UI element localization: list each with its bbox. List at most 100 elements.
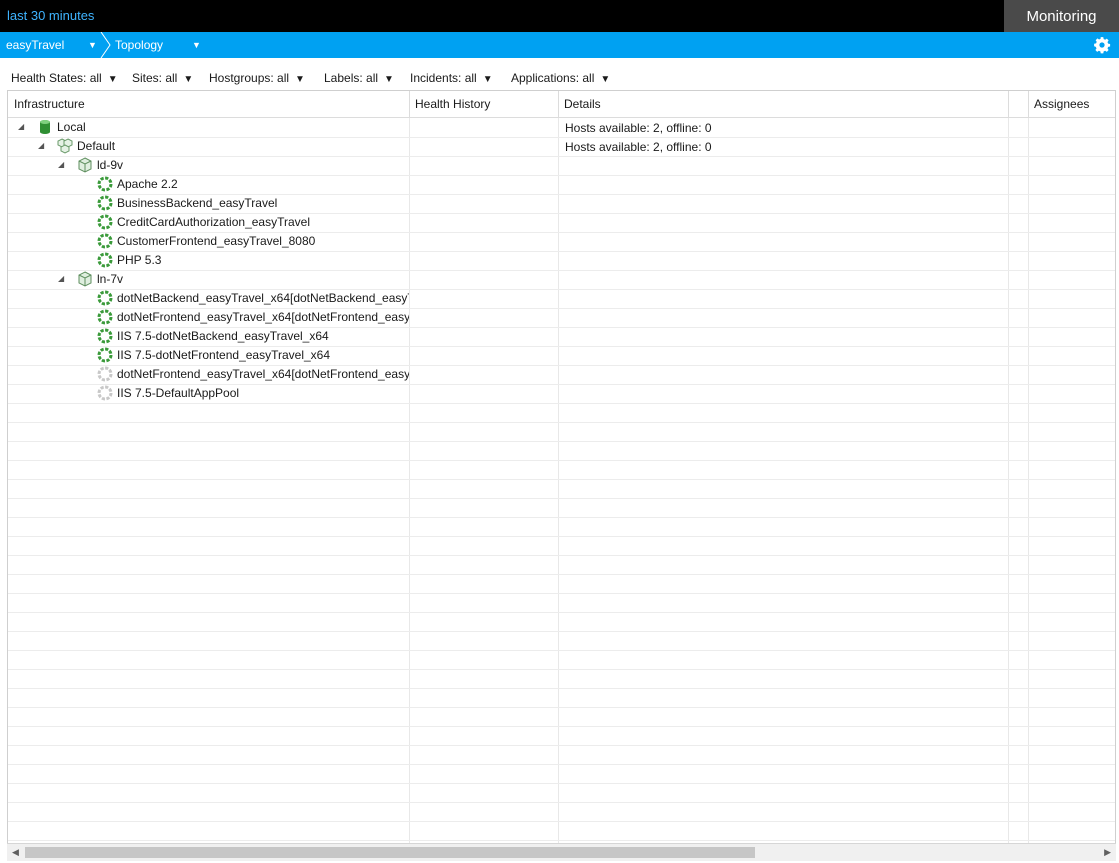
- row-divider: [8, 460, 1115, 461]
- filter-health-states-label: Health States: all: [11, 71, 102, 85]
- agent-ok-icon: [97, 328, 113, 344]
- scrollbar-thumb[interactable]: [25, 847, 755, 858]
- system-profile-dropdown-icon[interactable]: ▼: [88, 32, 97, 58]
- tree-node-label[interactable]: Local: [57, 120, 409, 134]
- tree-node-label[interactable]: IIS 7.5-dotNetFrontend_easyTravel_x64: [117, 348, 409, 362]
- column-header-spacer: [1008, 91, 1029, 117]
- details-cell: Hosts available: 2, offline: 0: [565, 121, 712, 135]
- tree-node-label[interactable]: IIS 7.5-dotNetBackend_easyTravel_x64: [117, 329, 409, 343]
- row-divider: [8, 650, 1115, 651]
- row-divider: [8, 593, 1115, 594]
- row-divider: [8, 764, 1115, 765]
- row-divider: [8, 802, 1115, 803]
- chevron-down-icon: ▼: [600, 74, 611, 85]
- horizontal-scrollbar[interactable]: ◀ ▶: [7, 843, 1116, 861]
- tree-node-label[interactable]: PHP 5.3: [117, 253, 409, 267]
- details-cell: Hosts available: 2, offline: 0: [565, 140, 712, 154]
- tree-node-label[interactable]: dotNetFrontend_easyTravel_x64[dotNetFron…: [117, 310, 409, 324]
- filter-health-states[interactable]: Health States: all ▼: [11, 71, 118, 85]
- column-header-assignees[interactable]: Assignees: [1028, 91, 1115, 117]
- tree-node-label[interactable]: ln-7v: [97, 272, 409, 286]
- tree-node-label[interactable]: IIS 7.5-DefaultAppPool: [117, 386, 409, 400]
- row-divider: [8, 726, 1115, 727]
- timeframe-selector[interactable]: last 30 minutes: [7, 8, 94, 23]
- scroll-left-icon[interactable]: ◀: [12, 847, 19, 858]
- filter-labels[interactable]: Labels: all ▼: [324, 71, 394, 85]
- agent-ok-icon: [97, 214, 113, 230]
- row-divider: [8, 479, 1115, 480]
- table-row[interactable]: IIS 7.5-dotNetFrontend_easyTravel_x64: [8, 346, 1115, 365]
- column-header-infrastructure[interactable]: Infrastructure: [8, 91, 410, 117]
- row-divider: [8, 536, 1115, 537]
- tree-node-label[interactable]: Default: [77, 139, 409, 153]
- row-divider: [8, 555, 1115, 556]
- row-divider: [8, 840, 1115, 841]
- host-icon: [77, 157, 93, 173]
- table-row[interactable]: IIS 7.5-dotNetBackend_easyTravel_x64: [8, 327, 1115, 346]
- agent-offline-icon: [97, 385, 113, 401]
- agent-offline-icon: [97, 366, 113, 382]
- filter-sites-label: Sites: all: [132, 71, 178, 85]
- tree-node-label[interactable]: BusinessBackend_easyTravel: [117, 196, 409, 210]
- gear-icon[interactable]: [1093, 36, 1111, 54]
- hostgroup-icon: [57, 138, 73, 154]
- column-header-health-history[interactable]: Health History: [409, 91, 559, 117]
- tab-monitoring[interactable]: Monitoring: [1004, 0, 1119, 32]
- row-divider: [8, 422, 1115, 423]
- column-header-details[interactable]: Details: [558, 91, 1009, 117]
- topology-table: Infrastructure Health History Details As…: [7, 90, 1116, 843]
- tree-node-label[interactable]: CustomerFrontend_easyTravel_8080: [117, 234, 409, 248]
- table-row[interactable]: CustomerFrontend_easyTravel_8080: [8, 232, 1115, 251]
- expand-collapse-icon[interactable]: ◢: [18, 122, 24, 131]
- table-row[interactable]: ◢ Default Hosts available: 2, offline: 0: [8, 137, 1115, 156]
- table-row[interactable]: ◢ ld-9v: [8, 156, 1115, 175]
- host-icon: [77, 271, 93, 287]
- filter-hostgroups[interactable]: Hostgroups: all ▼: [209, 71, 305, 85]
- table-row[interactable]: dotNetFrontend_easyTravel_x64[dotNetFron…: [8, 308, 1115, 327]
- row-divider: [8, 669, 1115, 670]
- filter-incidents-label: Incidents: all: [410, 71, 477, 85]
- tree-node-label[interactable]: ld-9v: [97, 158, 409, 172]
- breadcrumb-separator-icon: [100, 32, 111, 58]
- filter-sites[interactable]: Sites: all ▼: [132, 71, 193, 85]
- tree-node-label[interactable]: dotNetBackend_easyTravel_x64[dotNetBacke…: [117, 291, 409, 305]
- agent-ok-icon: [97, 252, 113, 268]
- row-divider: [8, 707, 1115, 708]
- expand-collapse-icon[interactable]: ◢: [58, 274, 64, 283]
- agent-ok-icon: [97, 290, 113, 306]
- top-bar: last 30 minutes Monitoring: [0, 0, 1119, 32]
- row-divider: [8, 745, 1115, 746]
- table-row[interactable]: ◢ ln-7v: [8, 270, 1115, 289]
- scroll-right-icon[interactable]: ▶: [1104, 847, 1111, 858]
- row-divider: [8, 517, 1115, 518]
- table-row[interactable]: CreditCardAuthorization_easyTravel: [8, 213, 1115, 232]
- tree-node-label[interactable]: CreditCardAuthorization_easyTravel: [117, 215, 409, 229]
- expand-collapse-icon[interactable]: ◢: [38, 141, 44, 150]
- agent-ok-icon: [97, 309, 113, 325]
- table-row[interactable]: BusinessBackend_easyTravel: [8, 194, 1115, 213]
- chevron-down-icon: ▼: [482, 74, 493, 85]
- filter-incidents[interactable]: Incidents: all ▼: [410, 71, 493, 85]
- row-divider: [8, 574, 1115, 575]
- filter-applications[interactable]: Applications: all ▼: [511, 71, 610, 85]
- table-row[interactable]: dotNetFrontend_easyTravel_x64[dotNetFron…: [8, 365, 1115, 384]
- expand-collapse-icon[interactable]: ◢: [58, 160, 64, 169]
- view-dropdown-icon[interactable]: ▼: [192, 32, 201, 58]
- row-divider: [8, 612, 1115, 613]
- chevron-down-icon: ▼: [107, 74, 118, 85]
- table-row[interactable]: IIS 7.5-DefaultAppPool: [8, 384, 1115, 403]
- tree-node-label[interactable]: dotNetFrontend_easyTravel_x64[dotNetFron…: [117, 367, 409, 381]
- breadcrumb: easyTravel ▼ Topology ▼: [0, 32, 1119, 58]
- tree-node-label[interactable]: Apache 2.2: [117, 177, 409, 191]
- row-divider: [8, 821, 1115, 822]
- agent-ok-icon: [97, 195, 113, 211]
- table-row[interactable]: ◢ Local Hosts available: 2, offline: 0: [8, 118, 1115, 137]
- row-divider: [8, 403, 1115, 404]
- table-row[interactable]: dotNetBackend_easyTravel_x64[dotNetBacke…: [8, 289, 1115, 308]
- breadcrumb-view[interactable]: Topology: [115, 32, 163, 58]
- breadcrumb-system-profile[interactable]: easyTravel: [6, 32, 64, 58]
- chevron-down-icon: ▼: [384, 74, 394, 85]
- table-row[interactable]: Apache 2.2: [8, 175, 1115, 194]
- table-row[interactable]: PHP 5.3: [8, 251, 1115, 270]
- agent-ok-icon: [97, 347, 113, 363]
